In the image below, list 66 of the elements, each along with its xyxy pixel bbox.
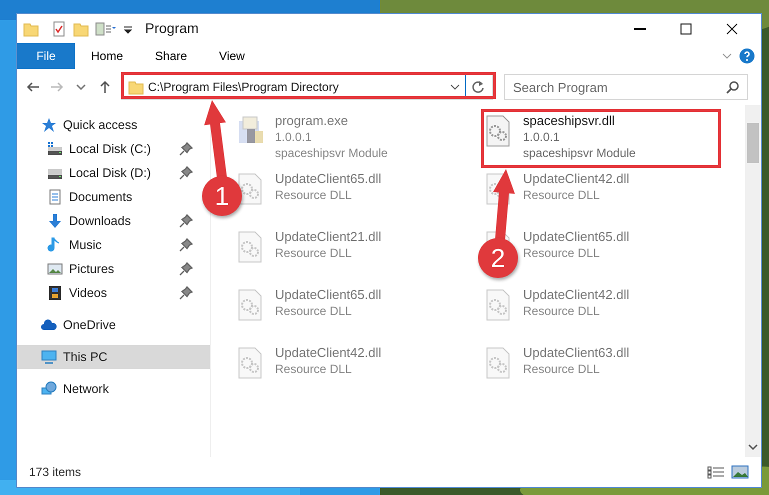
scroll-down-icon[interactable] (747, 443, 759, 453)
help-icon[interactable] (739, 48, 755, 64)
refresh-icon[interactable] (470, 79, 486, 95)
ribbon-tab[interactable]: Share (139, 43, 204, 69)
file-detail: Resource DLL (523, 303, 601, 319)
file-menu-button[interactable]: File (17, 43, 75, 69)
nav-item[interactable]: OneDrive (17, 313, 197, 337)
nav-item[interactable]: This PC (17, 345, 210, 369)
file-detail: 1.0.0.1 (523, 129, 561, 145)
folder-icon (128, 79, 144, 95)
ribbon-tab[interactable]: Home (75, 43, 140, 69)
file-detail: Resource DLL (275, 187, 353, 203)
document-icon (47, 189, 63, 205)
file-name[interactable]: UpdateClient65.dll (275, 287, 382, 303)
file-detail: Resource DLL (523, 361, 601, 377)
large-icons-view-icon[interactable] (731, 465, 749, 479)
close-icon (724, 20, 740, 36)
nav-item[interactable]: Documents (17, 185, 197, 209)
properties-icon (51, 20, 67, 36)
file-detail: spaceshipsvr Module (275, 145, 388, 161)
file-detail: Resource DLL (523, 245, 601, 261)
file-name[interactable]: program.exe (275, 113, 388, 129)
search-field[interactable]: Search Program (504, 74, 748, 100)
star-icon (41, 117, 57, 133)
scrollbar[interactable] (745, 105, 761, 457)
file-detail: 1.0.0.1 (275, 129, 313, 145)
file-detail: Resource DLL (275, 361, 353, 377)
file-name[interactable]: UpdateClient63.dll (523, 345, 630, 361)
scrollbar-thumb[interactable] (747, 123, 759, 163)
customize-icon (95, 20, 117, 36)
drive-icon (47, 141, 63, 157)
film-icon (47, 285, 63, 301)
file-name[interactable]: UpdateClient42.dll (523, 287, 630, 303)
file-name[interactable]: UpdateClient65.dll (523, 229, 630, 245)
file-name[interactable]: UpdateClient21.dll (275, 229, 382, 245)
address-path: C:\Program Files\Program Directory (148, 79, 339, 96)
cloud-icon (41, 317, 57, 333)
nav-item[interactable]: Downloads (17, 209, 197, 233)
network-icon (41, 381, 57, 397)
window-title: Program (145, 19, 199, 38)
nav-item[interactable]: Pictures (17, 257, 197, 281)
computer-icon (41, 349, 57, 365)
nav-item[interactable]: Music (17, 233, 197, 257)
file-name[interactable]: UpdateClient42.dll (523, 171, 630, 187)
nav-item[interactable]: Videos (17, 281, 197, 305)
details-view-icon[interactable] (707, 465, 725, 479)
nav-item[interactable]: Local Disk (C:) (17, 137, 197, 161)
nav-item[interactable]: Local Disk (D:) (17, 161, 197, 185)
minimize-icon (632, 26, 648, 30)
file-name[interactable]: UpdateClient42.dll (275, 345, 382, 361)
search-icon[interactable] (726, 80, 740, 94)
nav-item[interactable]: Network (17, 377, 197, 401)
file-detail: Resource DLL (523, 187, 601, 203)
file-name[interactable]: spaceshipsvr.dll (523, 113, 636, 129)
item-count: 173 items (29, 464, 82, 481)
maximize-icon (678, 20, 694, 36)
file-detail: Resource DLL (275, 303, 353, 319)
file-detail: spaceshipsvr Module (523, 145, 636, 161)
file-detail: Resource DLL (275, 245, 353, 261)
download-icon (47, 213, 63, 229)
chevron-down-icon (76, 84, 86, 90)
nav-item[interactable]: Quick access (17, 113, 197, 137)
file-name[interactable]: UpdateClient65.dll (275, 171, 382, 187)
ribbon-tab[interactable]: View (203, 43, 261, 69)
arrow (493, 169, 515, 240)
picture-icon (47, 261, 63, 277)
